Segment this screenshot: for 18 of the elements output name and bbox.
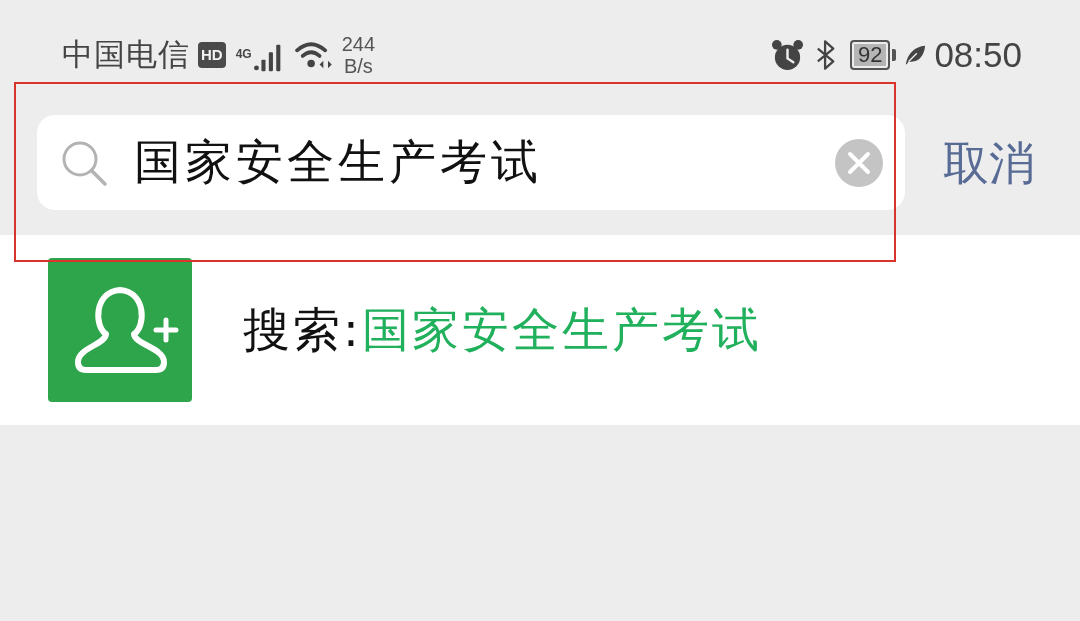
search-result-row[interactable]: 搜索:国家安全生产考试 (0, 235, 1080, 425)
signal-icon (253, 44, 282, 72)
clear-icon[interactable] (835, 138, 883, 187)
leaf-icon (904, 44, 927, 66)
network-type: 4G (235, 47, 252, 61)
bluetooth-icon (815, 39, 836, 71)
wifi-icon (293, 40, 332, 70)
search-field[interactable]: 国家安全生产考试 (37, 115, 905, 210)
clock-time: 08:50 (934, 35, 1022, 75)
add-person-icon (48, 258, 192, 402)
carrier-name: 中国电信 (62, 35, 190, 74)
speed-unit: B/s (343, 55, 373, 77)
network-speed: 244 (341, 33, 376, 55)
battery-indicator: 92 (849, 40, 897, 70)
alarm-clock-icon (770, 38, 804, 72)
network-badge: HD (198, 42, 226, 68)
cancel-link[interactable]: 取消 (943, 135, 1035, 191)
search-result-text: 搜索:国家安全生产考试 (243, 300, 762, 359)
